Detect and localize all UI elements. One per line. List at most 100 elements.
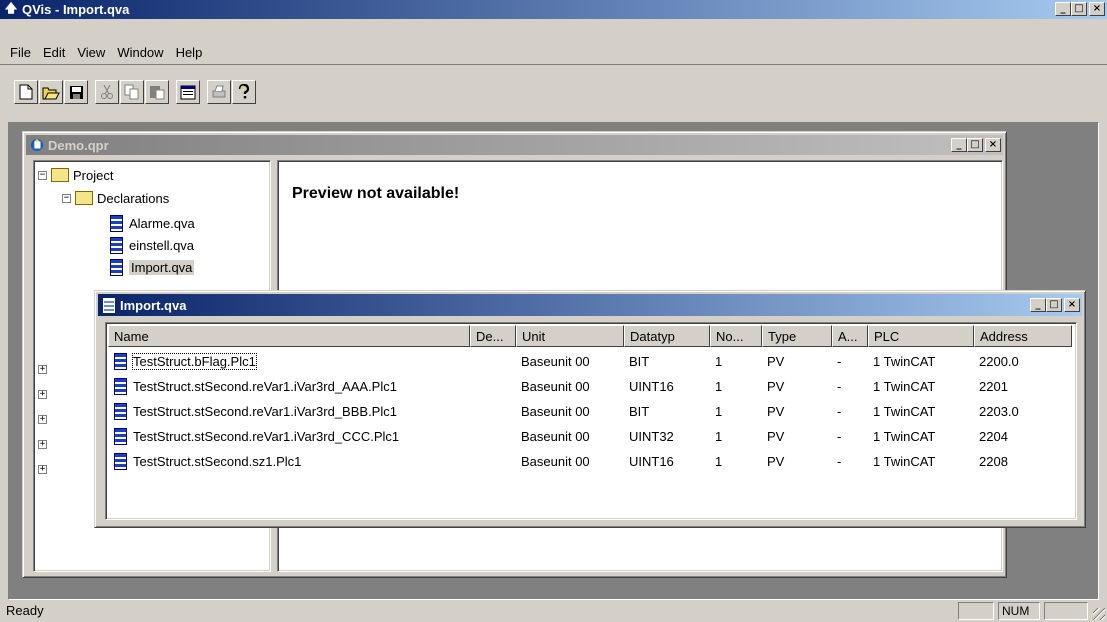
tree-item-collapsed[interactable]: + <box>38 434 51 454</box>
app-minimize-button[interactable]: _ <box>1055 2 1071 16</box>
cell-plc: 1 TwinCAT <box>873 404 936 419</box>
import-titlebar[interactable]: Import.qva _ □ × <box>98 294 1082 316</box>
status-text: Ready <box>6 603 44 618</box>
expand-icon[interactable]: + <box>38 439 47 449</box>
status-pane-caps <box>958 602 994 620</box>
column-header-type[interactable]: Type <box>762 325 832 347</box>
demo-minimize-button[interactable]: _ <box>951 138 967 152</box>
table-row[interactable]: TestStruct.stSecond.sz1.Plc1 Baseunit 00… <box>108 449 1072 474</box>
cell-address: 2204 <box>979 429 1008 444</box>
variable-name: TestStruct.stSecond.sz1.Plc1 <box>133 454 302 469</box>
tree-label: Declarations <box>97 190 170 206</box>
menu-file[interactable]: File <box>4 45 37 60</box>
app-close-button[interactable]: × <box>1089 2 1105 16</box>
app-caption-buttons: _ □ × <box>1055 2 1105 16</box>
cell-datatyp: BIT <box>629 404 650 419</box>
import-close-button[interactable]: × <box>1064 298 1080 312</box>
resize-grip-icon[interactable] <box>1093 608 1105 620</box>
collapse-icon[interactable]: − <box>62 193 71 203</box>
qva-variable-icon <box>114 428 127 445</box>
new-icon[interactable] <box>14 80 38 104</box>
expand-icon[interactable]: + <box>38 414 47 424</box>
menu-help[interactable]: Help <box>170 45 209 60</box>
collapse-icon[interactable]: − <box>38 170 47 180</box>
variable-name: TestStruct.bFlag.Plc1 <box>132 353 257 370</box>
tree-item-declarations[interactable]: − Declarations <box>62 188 169 208</box>
demo-maximize-button[interactable]: □ <box>967 138 983 152</box>
import-minimize-button[interactable]: _ <box>1030 298 1046 312</box>
tree-item-file-selected[interactable]: Import.qva <box>110 257 195 277</box>
cell-datatyp: UINT16 <box>629 379 674 394</box>
toolbar <box>0 64 1107 118</box>
column-header-unit[interactable]: Unit <box>516 325 624 347</box>
column-header-no[interactable]: No... <box>710 325 762 347</box>
menu-edit[interactable]: Edit <box>37 45 71 60</box>
app-arrow-icon: 🡅 <box>4 1 18 15</box>
toolbar-buttons <box>14 77 257 107</box>
tree-item-collapsed[interactable]: + <box>38 359 51 379</box>
tree-item-collapsed[interactable]: + <box>38 409 51 429</box>
import-window: Import.qva _ □ × Name De... Unit Datatyp… <box>94 290 1086 528</box>
cell-name: TestStruct.stSecond.reVar1.iVar3rd_CCC.P… <box>108 428 470 445</box>
expand-icon[interactable]: + <box>38 389 47 399</box>
cell-type: PV <box>767 429 785 444</box>
tree-item-collapsed[interactable]: + <box>38 384 51 404</box>
cell-name: TestStruct.stSecond.sz1.Plc1 <box>108 453 470 470</box>
print-icon[interactable] <box>207 80 231 104</box>
import-maximize-button[interactable]: □ <box>1046 298 1062 312</box>
qva-file-icon <box>110 214 123 232</box>
demo-close-button[interactable]: × <box>985 138 1001 152</box>
qva-file-icon <box>110 236 123 254</box>
cut-icon[interactable] <box>95 80 119 104</box>
cell-unit: Baseunit 00 <box>521 379 590 394</box>
column-header-description[interactable]: De... <box>470 325 516 347</box>
expand-icon[interactable]: + <box>38 364 47 374</box>
cell-address: 2208 <box>979 454 1008 469</box>
preview-message: Preview not available! <box>292 185 460 202</box>
cell-datatyp: BIT <box>629 354 650 369</box>
tree-item-project[interactable]: − Project <box>38 165 113 185</box>
table-row[interactable]: TestStruct.stSecond.reVar1.iVar3rd_AAA.P… <box>108 374 1072 399</box>
cell-datatyp: UINT16 <box>629 454 674 469</box>
cell-no: 1 <box>715 454 723 469</box>
copy-icon[interactable] <box>120 80 144 104</box>
table-row[interactable]: TestStruct.stSecond.reVar1.iVar3rd_CCC.P… <box>108 424 1072 449</box>
app-titlebar[interactable]: 🡅 QVis - Import.qva _ □ × <box>0 0 1107 19</box>
column-header-name[interactable]: Name <box>108 325 470 347</box>
tree-item-file[interactable]: Alarme.qva <box>110 213 195 233</box>
cell-no: 1 <box>715 429 723 444</box>
table-row[interactable]: TestStruct.stSecond.reVar1.iVar3rd_BBB.P… <box>108 399 1072 424</box>
column-header-datatyp[interactable]: Datatyp <box>624 325 710 347</box>
cell-unit: Baseunit 00 <box>521 429 590 444</box>
save-icon[interactable] <box>64 80 88 104</box>
cell-a: - <box>837 429 842 444</box>
cell-type: PV <box>767 454 785 469</box>
menu-view[interactable]: View <box>71 45 111 60</box>
variables-list[interactable]: Name De... Unit Datatyp No... Type A... … <box>105 322 1077 520</box>
cell-type: PV <box>767 404 785 419</box>
cell-unit: Baseunit 00 <box>521 404 590 419</box>
cell-name: TestStruct.bFlag.Plc1 <box>108 353 470 370</box>
tree-item-file[interactable]: einstell.qva <box>110 235 194 255</box>
folder-open-icon <box>51 168 69 182</box>
demo-caption-buttons: _ □ × <box>951 138 1001 152</box>
column-header-plc[interactable]: PLC <box>868 325 974 347</box>
expand-icon[interactable]: + <box>38 464 47 474</box>
paste-icon[interactable] <box>145 80 169 104</box>
cell-no: 1 <box>715 404 723 419</box>
qva-file-icon <box>110 258 123 276</box>
cell-a: - <box>837 354 842 369</box>
cell-a: - <box>837 454 842 469</box>
cell-a: - <box>837 404 842 419</box>
menu-window[interactable]: Window <box>111 45 169 60</box>
open-icon[interactable] <box>39 80 63 104</box>
properties-icon[interactable] <box>176 80 200 104</box>
column-header-address[interactable]: Address <box>974 325 1072 347</box>
tree-item-collapsed[interactable]: + <box>38 459 51 479</box>
demo-titlebar[interactable]: Demo.qpr _ □ × <box>26 135 1003 155</box>
cell-plc: 1 TwinCAT <box>873 429 936 444</box>
column-header-a[interactable]: A... <box>832 325 868 347</box>
table-row[interactable]: TestStruct.bFlag.Plc1 Baseunit 00 BIT 1 … <box>108 349 1072 374</box>
app-maximize-button[interactable]: □ <box>1071 2 1087 16</box>
help-icon[interactable] <box>232 80 256 104</box>
